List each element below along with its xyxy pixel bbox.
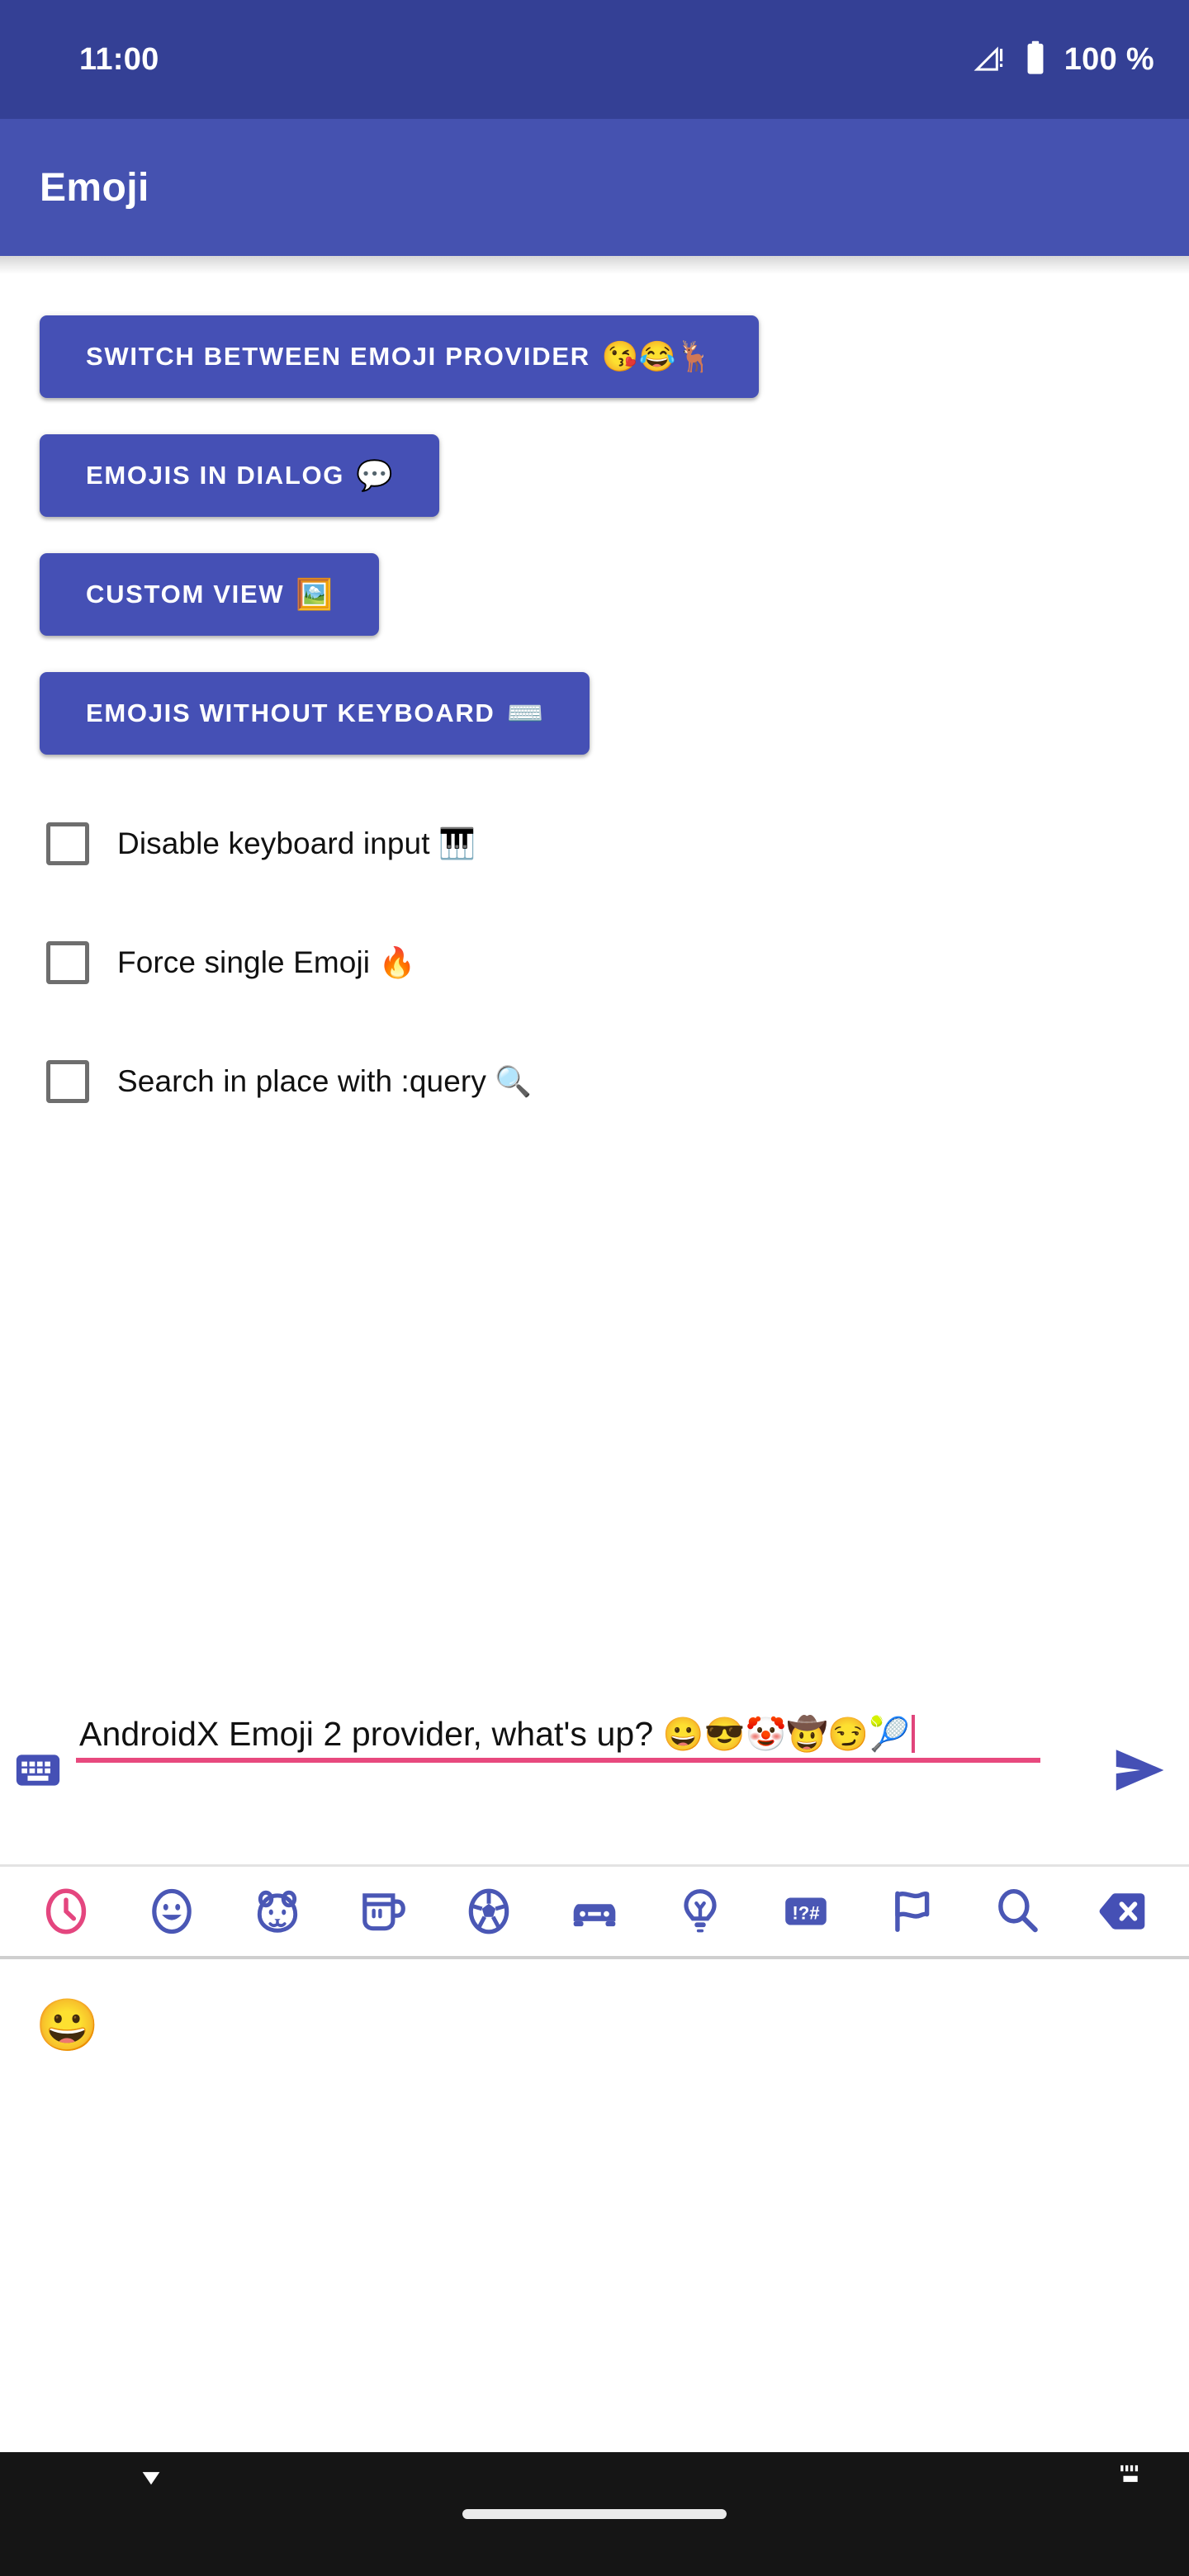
sidebar-item-symbols[interactable]: !?#: [753, 1867, 859, 1956]
button-row: SWITCH BETWEEN EMOJI PROVIDER 😘😂🦌: [40, 315, 1189, 398]
button-row: EMOJIS WITHOUT KEYBOARD ⌨️: [40, 672, 1189, 755]
sidebar-item-recent[interactable]: [13, 1867, 119, 1956]
message-text-plain: AndroidX Emoji 2 provider, what's up?: [79, 1715, 663, 1753]
signal-no-sim-icon: [973, 41, 1007, 78]
message-text-emoji: 😀😎🤡🤠😏: [662, 1717, 869, 1753]
checkbox-label-text: Force single Emoji: [117, 945, 371, 979]
search-in-place-checkbox[interactable]: Search in place with :query 🔍: [46, 1049, 1189, 1115]
svg-text:!?#: !?#: [792, 1902, 819, 1923]
page-title: Emoji: [40, 165, 149, 210]
status-clock: 11:00: [79, 41, 159, 77]
button-label: EMOJIS IN DIALOG: [86, 461, 345, 490]
list-item[interactable]: 😀: [21, 1979, 114, 2072]
checkbox-label-emoji: 🎹: [438, 826, 476, 860]
checkbox-box[interactable]: [46, 822, 89, 865]
keyboard-icon[interactable]: [0, 1707, 76, 1833]
message-text-emoji-2: 🎾: [869, 1717, 911, 1753]
custom-view-button[interactable]: CUSTOM VIEW 🖼️: [40, 553, 380, 636]
emoji-category-tabbar: !?#: [0, 1867, 1189, 1956]
demo-buttons-list: SWITCH BETWEEN EMOJI PROVIDER 😘😂🦌 EMOJIS…: [0, 256, 1189, 755]
checkbox-label-text: Search in place with :query: [117, 1064, 486, 1098]
sidebar-item-animals[interactable]: [225, 1867, 330, 1956]
status-bar-right: 100 %: [973, 40, 1154, 79]
search-icon[interactable]: [964, 1867, 1070, 1956]
checkbox-label: Force single Emoji 🔥: [117, 945, 415, 980]
battery-percent-label: 100 %: [1063, 41, 1154, 77]
button-label: CUSTOM VIEW: [86, 580, 285, 608]
emojis-in-dialog-button[interactable]: EMOJIS IN DIALOG 💬: [40, 434, 439, 517]
edit-text-underline: [76, 1758, 1040, 1764]
keyboard-switch-icon[interactable]: [1113, 2457, 1149, 2498]
button-row: EMOJIS IN DIALOG 💬: [40, 434, 1189, 517]
options-checkbox-list: Disable keyboard input 🎹 Force single Em…: [0, 791, 1189, 1115]
sidebar-item-flags[interactable]: [859, 1867, 964, 1956]
checkbox-label-text: Disable keyboard input: [117, 826, 430, 860]
button-emoji: 🖼️: [296, 577, 334, 611]
button-emoji: ⌨️: [506, 696, 544, 730]
sidebar-item-objects[interactable]: [647, 1867, 753, 1956]
button-emoji: 😘😂🦌: [601, 339, 713, 373]
main-content: SWITCH BETWEEN EMOJI PROVIDER 😘😂🦌 EMOJIS…: [0, 256, 1189, 1167]
sidebar-item-activities[interactable]: [436, 1867, 542, 1956]
checkbox-box[interactable]: [46, 1060, 89, 1103]
sidebar-item-travel[interactable]: [542, 1867, 647, 1956]
emojis-without-keyboard-button[interactable]: EMOJIS WITHOUT KEYBOARD ⌨️: [40, 672, 590, 755]
recent-emoji-grid: 😀: [0, 1959, 1189, 2488]
button-row: CUSTOM VIEW 🖼️: [40, 553, 1189, 636]
button-emoji: 💬: [356, 458, 393, 492]
sidebar-item-smileys[interactable]: [119, 1867, 225, 1956]
status-bar: 11:00 100 %: [0, 0, 1189, 119]
checkbox-box[interactable]: [46, 941, 89, 984]
button-label: EMOJIS WITHOUT KEYBOARD: [86, 698, 495, 727]
send-icon[interactable]: [1088, 1707, 1189, 1833]
system-navigation-bar: [0, 2452, 1189, 2576]
checkbox-label: Disable keyboard input 🎹: [117, 826, 476, 861]
message-text: AndroidX Emoji 2 provider, what's up? 😀😎…: [76, 1712, 1088, 1756]
sidebar-item-food[interactable]: [330, 1867, 436, 1956]
text-caret: [912, 1715, 916, 1753]
battery-full-icon: [1025, 40, 1046, 79]
switch-emoji-provider-button[interactable]: SWITCH BETWEEN EMOJI PROVIDER 😘😂🦌: [40, 315, 760, 398]
chevron-down-icon[interactable]: [132, 2459, 170, 2501]
emoji-picker: !?# 😀: [0, 1864, 1189, 2488]
button-label: SWITCH BETWEEN EMOJI PROVIDER: [86, 342, 590, 371]
disable-keyboard-input-checkbox[interactable]: Disable keyboard input 🎹: [46, 811, 1189, 877]
app-bar: Emoji: [0, 119, 1189, 256]
home-pill-icon[interactable]: [462, 2509, 727, 2519]
message-edit-text[interactable]: AndroidX Emoji 2 provider, what's up? 😀😎…: [76, 1707, 1088, 1764]
message-input-row: AndroidX Emoji 2 provider, what's up? 😀😎…: [0, 1707, 1189, 1833]
checkbox-label-emoji: 🔍: [495, 1064, 533, 1098]
checkbox-label: Search in place with :query 🔍: [117, 1064, 532, 1099]
checkbox-label-emoji: 🔥: [378, 945, 416, 979]
backspace-icon[interactable]: [1070, 1867, 1176, 1956]
phone-screen: 11:00 100 % Emoji SWITCH BETWEEN EMOJI P…: [0, 0, 1189, 2576]
force-single-emoji-checkbox[interactable]: Force single Emoji 🔥: [46, 930, 1189, 996]
